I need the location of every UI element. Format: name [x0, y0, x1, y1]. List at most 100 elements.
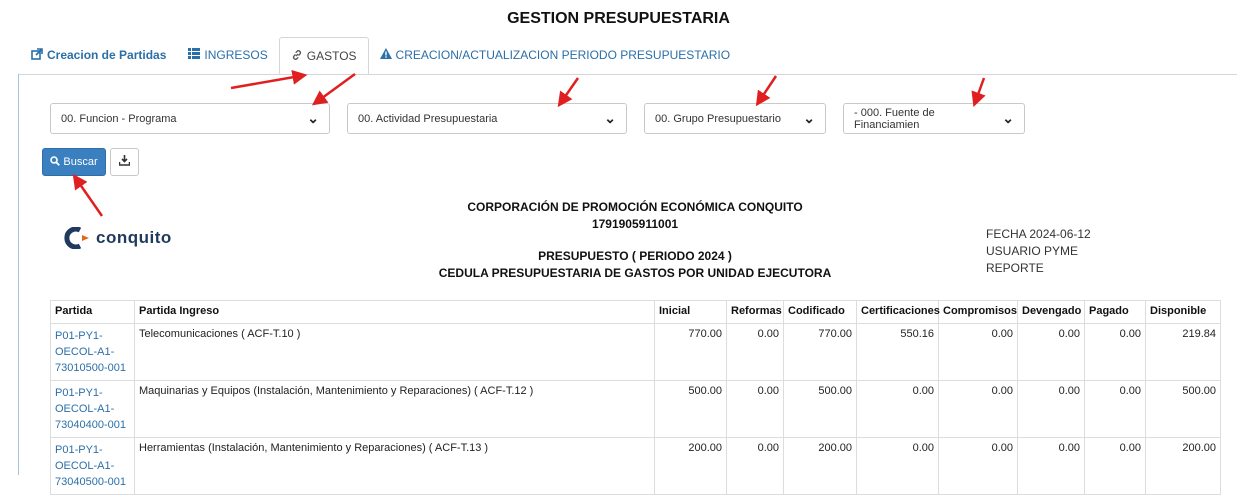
download-icon — [118, 155, 131, 169]
page-title: GESTION PRESUPUESTARIA — [507, 10, 730, 27]
annotation-arrow — [557, 77, 580, 108]
tab-label: Creacion de Partidas — [47, 48, 167, 62]
code-line: 73040500-001 — [55, 476, 126, 488]
cell-reformas: 0.00 — [726, 323, 784, 381]
cell-pagado: 0.00 — [1084, 380, 1146, 438]
fuente-financiamiento-select[interactable]: - 000. Fuente de Financiamien ⌄ — [843, 103, 1025, 134]
select-value: 00. Actividad Presupuestaria — [358, 112, 498, 125]
tab-label: INGRESOS — [204, 48, 268, 62]
conquito-logo-mark — [64, 227, 89, 249]
col-header-devengado[interactable]: Devengado — [1017, 300, 1085, 324]
buscar-button[interactable]: Buscar — [42, 148, 106, 176]
code-line: OECOL-A1- — [55, 346, 115, 358]
code-line: OECOL-A1- — [55, 460, 115, 472]
funcion-programa-select[interactable]: 00. Funcion - Programa ⌄ — [50, 103, 330, 134]
cell-codificado: 500.00 — [783, 380, 857, 438]
col-header-compromisos[interactable]: Compromisos — [938, 300, 1018, 324]
annotation-arrow — [230, 69, 308, 90]
cell-certificaciones: 0.00 — [856, 380, 939, 438]
cell-reformas: 0.00 — [726, 437, 784, 495]
link-icon — [291, 49, 303, 64]
report-organization: CORPORACIÓN DE PROMOCIÓN ECONÓMICA CONQU… — [467, 200, 803, 214]
cell-inicial: 500.00 — [654, 380, 727, 438]
cell-devengado: 0.00 — [1017, 380, 1085, 438]
select-value: 00. Grupo Presupuestario — [655, 112, 781, 125]
cell-devengado: 0.00 — [1017, 323, 1085, 381]
annotation-arrow — [971, 77, 986, 108]
tab-periodo-presupuestario[interactable]: CREACION/ACTUALIZACION PERIODO PRESUPUES… — [369, 37, 742, 73]
select-value: 00. Funcion - Programa — [61, 112, 177, 125]
search-icon — [50, 155, 61, 169]
cell-codificado: 770.00 — [783, 323, 857, 381]
col-header-partida[interactable]: Partida — [50, 300, 135, 324]
code-line: OECOL-A1- — [55, 403, 115, 415]
warning-icon — [379, 48, 392, 62]
table-header-row: Partida Partida Ingreso Inicial Reformas… — [50, 300, 1221, 324]
col-header-codificado[interactable]: Codificado — [783, 300, 857, 324]
code-line: P01-PY1- — [55, 387, 103, 399]
partida-code-link[interactable]: P01-PY1- OECOL-A1- 73040500-001 — [50, 437, 135, 495]
cell-compromisos: 0.00 — [938, 323, 1018, 381]
table-row: P01-PY1- OECOL-A1- 73040400-001 Maquinaria… — [50, 380, 1221, 438]
chevron-down-icon: ⌄ — [604, 110, 616, 126]
col-header-partida-ingreso[interactable]: Partida Ingreso — [134, 300, 655, 324]
buscar-label: Buscar — [63, 156, 98, 168]
tab-creacion-partidas[interactable]: Creacion de Partidas — [20, 37, 177, 73]
partida-description: Herramientas (Instalación, Mantenimiento… — [134, 437, 655, 495]
code-line: 73040400-001 — [55, 419, 126, 431]
report-fecha: FECHA 2024-06-12 — [986, 227, 1091, 241]
table-row: P01-PY1- OECOL-A1- 73040500-001 Herramient… — [50, 437, 1221, 495]
cell-disponible: 200.00 — [1145, 437, 1221, 495]
conquito-logo: conquito — [60, 227, 172, 249]
cell-certificaciones: 550.16 — [856, 323, 939, 381]
cell-inicial: 770.00 — [654, 323, 727, 381]
report-ruc: 1791905911001 — [591, 217, 679, 231]
cell-devengado: 0.00 — [1017, 437, 1085, 495]
annotation-arrow — [72, 173, 104, 217]
partida-description: Telecomunicaciones ( ACF-T.10 ) — [134, 323, 655, 381]
cell-pagado: 0.00 — [1084, 437, 1146, 495]
download-button[interactable] — [110, 148, 139, 176]
col-header-inicial[interactable]: Inicial — [654, 300, 727, 324]
cell-certificaciones: 0.00 — [856, 437, 939, 495]
col-header-certificaciones[interactable]: Certificaciones — [856, 300, 940, 324]
cell-disponible: 219.84 — [1145, 323, 1221, 381]
cell-pagado: 0.00 — [1084, 323, 1146, 381]
budget-table: Partida Partida Ingreso Inicial Reformas… — [50, 300, 1221, 495]
partida-code-link[interactable]: P01-PY1- OECOL-A1- 73010500-001 — [50, 323, 135, 381]
cell-disponible: 500.00 — [1145, 380, 1221, 438]
cell-codificado: 200.00 — [783, 437, 857, 495]
tab-ingresos[interactable]: INGRESOS — [177, 37, 278, 73]
cell-compromisos: 0.00 — [938, 437, 1018, 495]
col-header-disponible[interactable]: Disponible — [1145, 300, 1221, 324]
report-label: REPORTE — [986, 261, 1044, 275]
col-header-reformas[interactable]: Reformas — [726, 300, 784, 324]
chevron-down-icon: ⌄ — [803, 110, 815, 126]
external-link-icon — [31, 47, 43, 63]
code-line: P01-PY1- — [55, 330, 103, 342]
table-row: P01-PY1- OECOL-A1- 73010500-001 Telecomuni… — [50, 323, 1221, 381]
tab-gastos[interactable]: GASTOS — [278, 37, 369, 75]
report-presupuesto: PRESUPUESTO ( PERIODO 2024 ) — [538, 249, 732, 263]
tab-label: GASTOS — [306, 49, 357, 63]
partida-description: Maquinarias y Equipos (Instalación, Mant… — [134, 380, 655, 438]
annotation-arrow — [755, 75, 778, 107]
chevron-down-icon: ⌄ — [1002, 110, 1014, 126]
annotation-arrow — [311, 72, 356, 106]
tab-bar: Creacion de Partidas INGRESOS GASTOS CRE… — [20, 37, 742, 75]
tab-label: CREACION/ACTUALIZACION PERIODO PRESUPUES… — [395, 48, 731, 62]
code-line: 73010500-001 — [55, 362, 126, 374]
chevron-down-icon: ⌄ — [307, 110, 319, 126]
report-cedula: CEDULA PRESUPUESTARIA DE GASTOS POR UNID… — [438, 266, 832, 280]
cell-compromisos: 0.00 — [938, 380, 1018, 438]
select-value: - 000. Fuente de Financiamien — [854, 106, 935, 131]
list-icon — [188, 48, 201, 62]
logo-text: conquito — [96, 228, 172, 247]
col-header-pagado[interactable]: Pagado — [1084, 300, 1146, 324]
actividad-presupuestaria-select[interactable]: 00. Actividad Presupuestaria ⌄ — [347, 103, 627, 134]
report-usuario: USUARIO PYME — [986, 244, 1079, 258]
partida-code-link[interactable]: P01-PY1- OECOL-A1- 73040400-001 — [50, 380, 135, 438]
code-line: P01-PY1- — [55, 444, 103, 456]
tab-divider — [18, 74, 1237, 75]
grupo-presupuestario-select[interactable]: 00. Grupo Presupuestario ⌄ — [644, 103, 826, 134]
